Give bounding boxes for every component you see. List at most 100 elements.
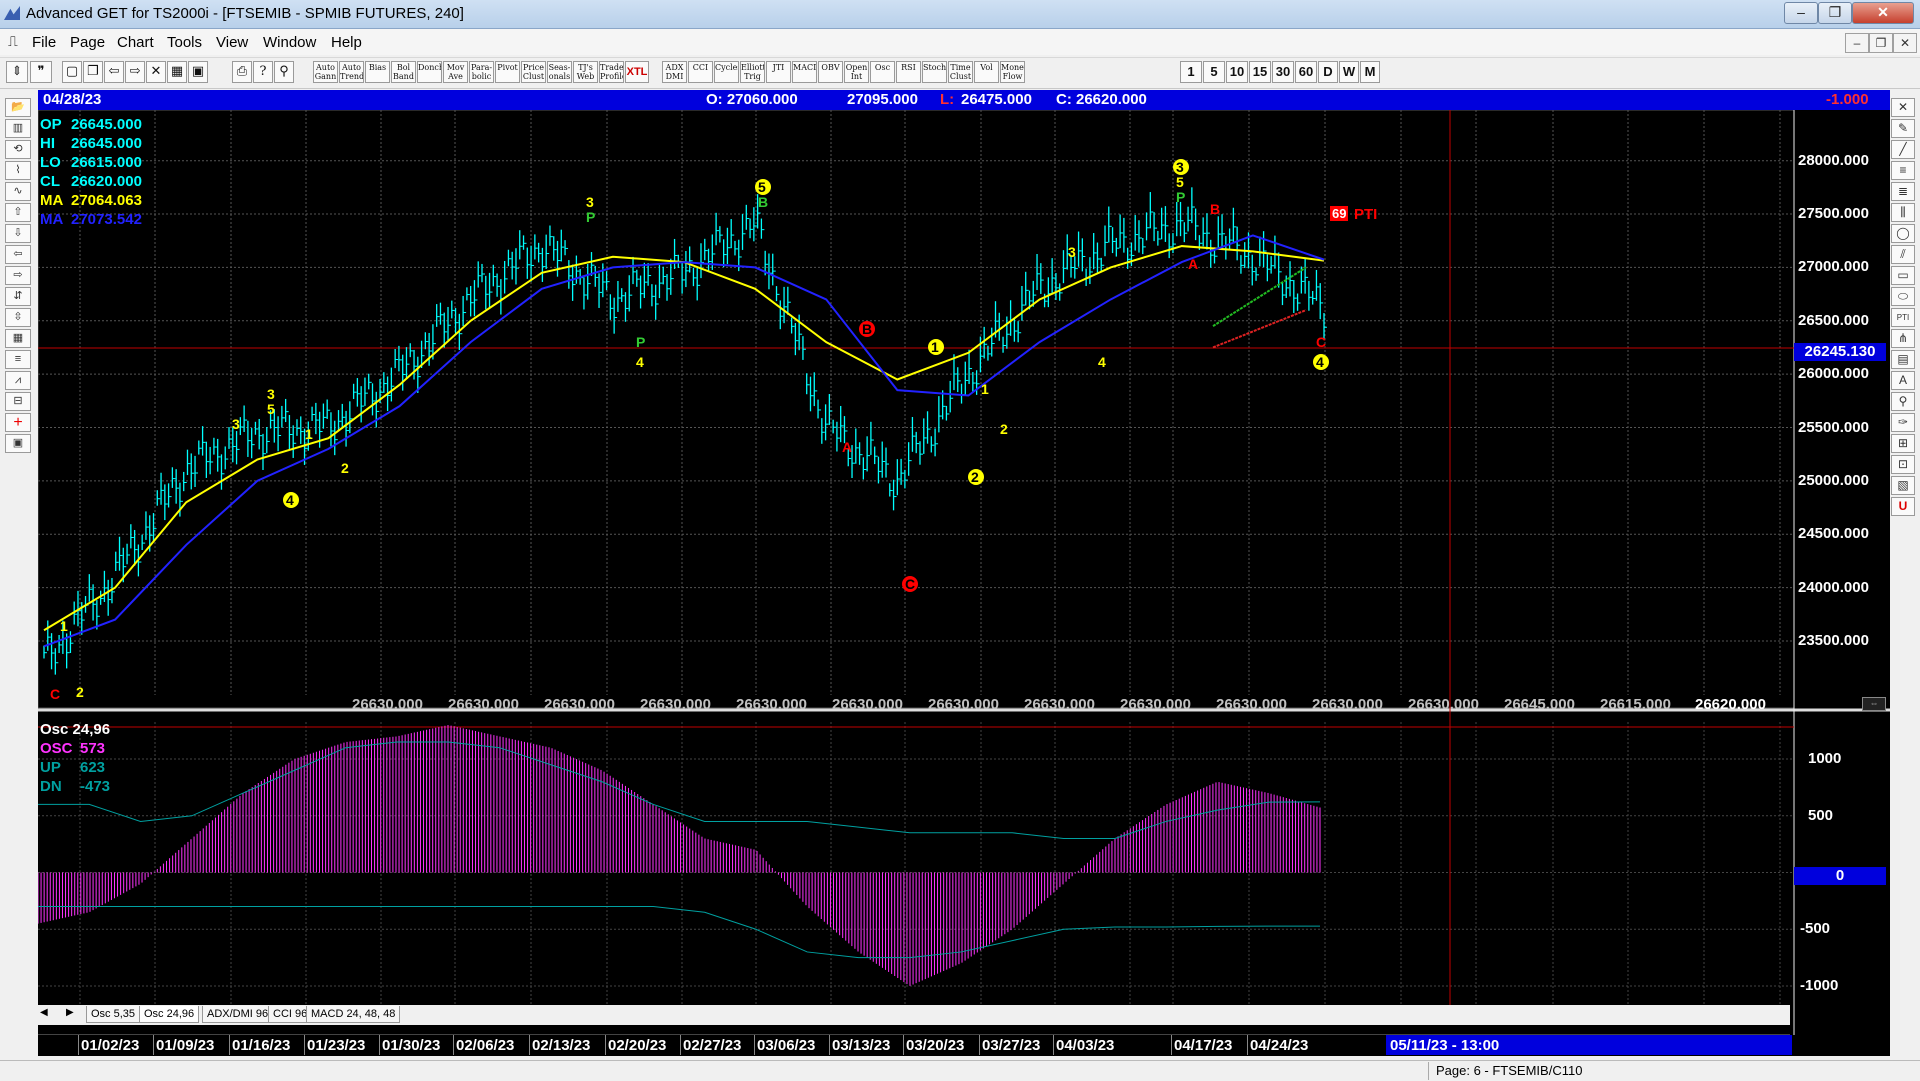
zoom-icon[interactable]: ⚲ [1891,392,1915,411]
layers-icon[interactable]: ▧ [1891,476,1915,495]
quote-icon[interactable]: ❞ [30,61,52,83]
study-button[interactable]: Price Clust [521,61,546,83]
calc-icon[interactable]: ⊡ [1891,455,1915,474]
study-button[interactable]: Pivot [495,61,520,83]
arrow-up-icon[interactable]: ⇧ [5,203,31,222]
study-button[interactable]: XTL [625,61,649,83]
menu-chart[interactable]: Chart [117,34,154,51]
timeframe-button[interactable]: M [1360,61,1380,83]
study-button[interactable]: Money Flow [1000,61,1025,83]
reset-icon[interactable]: ⟲ [5,140,31,159]
pointer-icon[interactable]: ⇕ [6,61,28,83]
elliott-icon[interactable]: ∿ [5,182,31,201]
ruler-icon[interactable]: ⊞ [1891,434,1915,453]
study-button[interactable]: Auto Trend [339,61,364,83]
copy-icon[interactable]: ❐ [83,61,103,83]
timeframe-button[interactable]: 5 [1203,61,1225,83]
lines-icon[interactable]: ≡ [5,350,31,369]
timeframe-button[interactable]: 60 [1295,61,1317,83]
price-scale-icon[interactable]: ⇳ [5,308,31,327]
pencil-icon[interactable]: ✎ [1891,119,1915,138]
pitchfork-icon[interactable]: ⋔ [1891,329,1915,348]
timeframe-button[interactable]: 10 [1226,61,1248,83]
price-chart[interactable]: 1C 23351243PP45BBAC11223435PBAC4 [38,90,1890,1056]
timeframe-button[interactable]: W [1339,61,1359,83]
study-button[interactable]: JTI [766,61,791,83]
menu-page[interactable]: Page [70,34,105,51]
grid-icon[interactable]: ▦ [167,61,187,83]
indicator-tab[interactable]: ADX/DMI 96 [202,1006,274,1023]
fib-icon[interactable]: ⊟ [5,392,31,411]
layout-icon[interactable]: ▥ [5,119,31,138]
study-button[interactable]: Open Int [844,61,869,83]
timeframe-button[interactable]: 1 [1180,61,1202,83]
undo-icon[interactable]: U [1891,497,1915,516]
timeframe-button[interactable]: 30 [1272,61,1294,83]
study-button[interactable]: RSI [896,61,921,83]
indicator-tab[interactable]: Osc 5,35 [86,1006,141,1023]
help-icon[interactable]: ? [253,61,273,83]
window-icon[interactable]: ▣ [188,61,208,83]
fib-ret-icon[interactable]: ≡ [1891,161,1915,180]
forward-icon[interactable]: ⇨ [125,61,145,83]
study-button[interactable]: Donch [417,61,442,83]
study-button[interactable]: Auto Gann [313,61,338,83]
study-button[interactable]: OBV [818,61,843,83]
timeframe-button[interactable]: 15 [1249,61,1271,83]
fib-time-icon[interactable]: ⫼ [1891,203,1915,222]
indicator-tab[interactable]: MACD 24, 48, 48 [306,1006,401,1023]
study-button[interactable]: Cycles [714,61,739,83]
circle-icon[interactable]: ◯ [1891,224,1915,243]
mdi-restore-button[interactable]: ❐ [1869,33,1893,53]
study-button[interactable]: Osc [870,61,895,83]
channel-icon[interactable]: ⫽ [1891,245,1915,264]
menu-file[interactable]: File [32,34,56,51]
pti-icon[interactable]: PTI [1891,308,1915,327]
minimize-button[interactable]: – [1784,2,1818,24]
text-icon[interactable]: A [1891,371,1915,390]
arrow-left-icon[interactable]: ⇦ [5,245,31,264]
mdi-close-button[interactable]: ✕ [1893,33,1917,53]
chart-window[interactable]: 1C23351243PP45BBAC11223435PBAC4 [38,90,1890,1056]
study-button[interactable]: Para- bolic [469,61,494,83]
delete-icon[interactable]: ✕ [146,61,166,83]
new-page-icon[interactable]: ▢ [62,61,82,83]
folder-icon[interactable]: 📂 [5,98,31,117]
study-button[interactable]: Mov Ave [443,61,468,83]
menu-window[interactable]: Window [263,34,316,51]
study-button[interactable]: MACD [792,61,817,83]
study-button[interactable]: Bol Band [391,61,416,83]
study-button[interactable]: Time Clust [948,61,973,83]
print-icon[interactable]: ⎙ [232,61,252,83]
close-button[interactable]: ✕ [1852,2,1914,24]
maximize-button[interactable]: ❐ [1818,2,1852,24]
study-button[interactable]: Seas- onals [547,61,572,83]
mdi-minimize-button[interactable]: – [1845,33,1869,53]
rectangle-icon[interactable]: ▭ [1891,266,1915,285]
indicator-tab[interactable]: Osc 24,96 [139,1006,200,1023]
time-scale-icon[interactable]: ⇵ [5,287,31,306]
study-icon[interactable]: ⌇ [5,161,31,180]
timeframe-button[interactable]: D [1318,61,1338,83]
cross-icon[interactable]: ✕ [1891,98,1915,117]
study-button[interactable]: Bias [365,61,390,83]
study-button[interactable]: CCI [688,61,713,83]
fib-ext-icon[interactable]: ≣ [1891,182,1915,201]
gann-icon[interactable]: ⩘ [5,371,31,390]
arrow-right-icon[interactable]: ⇨ [5,266,31,285]
prob-icon[interactable]: ▤ [1891,350,1915,369]
study-button[interactable]: Stoch [922,61,947,83]
snapshot-icon[interactable]: ▣ [5,434,31,453]
arrow-down-icon[interactable]: ⇩ [5,224,31,243]
grid-icon[interactable]: ▦ [5,329,31,348]
study-button[interactable]: Elliott Trig [740,61,765,83]
scale-icon[interactable]: ⇔ [1862,697,1886,711]
context-help-icon[interactable]: ⚲ [274,61,294,83]
study-button[interactable]: ADX DMI [662,61,687,83]
tab-scroll-right-icon[interactable]: ▶ [66,1007,74,1018]
ellipse-icon[interactable]: ⬭ [1891,287,1915,306]
back-icon[interactable]: ⇦ [104,61,124,83]
study-button[interactable]: TJ's Web [573,61,598,83]
tab-scroll-left-icon[interactable]: ◀ [40,1007,48,1018]
study-button[interactable]: Vol [974,61,999,83]
